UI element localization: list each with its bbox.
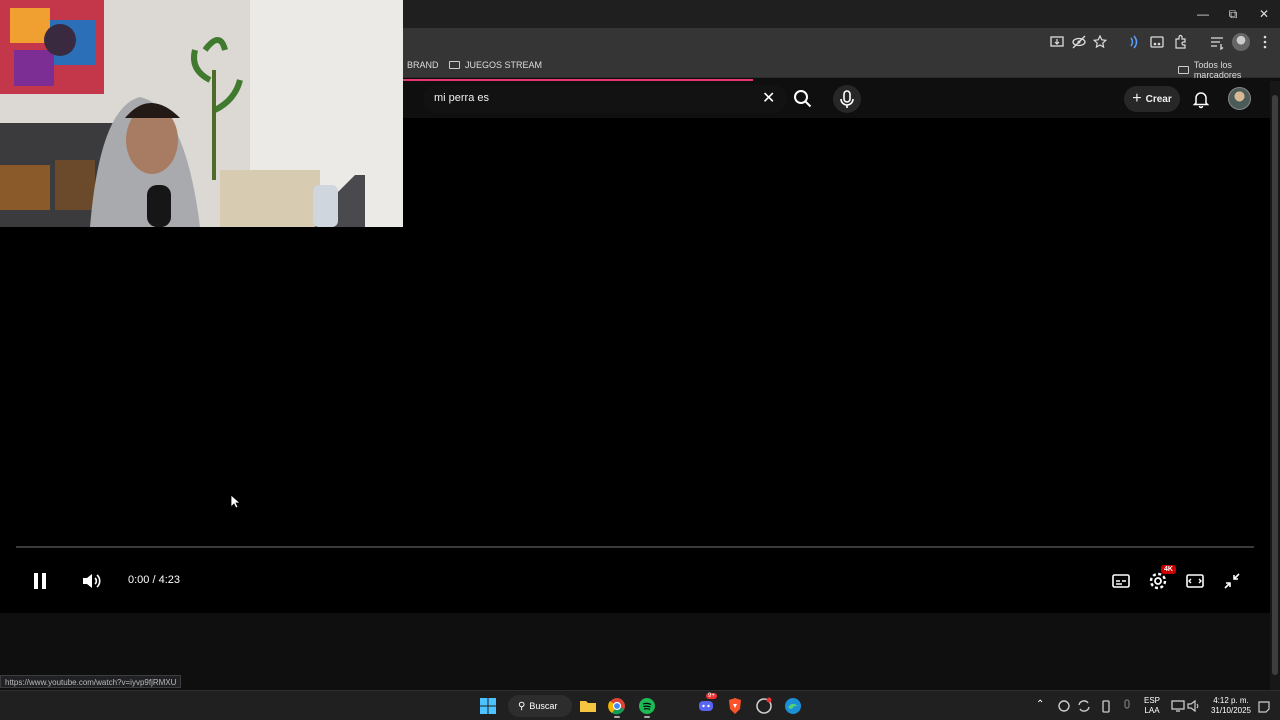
keyboard-layout-label: LAA	[1144, 706, 1160, 715]
bookmark-brand[interactable]: BRAND	[398, 60, 439, 70]
taskbar-search[interactable]: ⚲ Buscar	[508, 695, 572, 717]
windows-taskbar: ⚲ Buscar 9+ ⌃ ESP LAA 4:12 p. m. 31/10/2…	[0, 690, 1280, 720]
clear-search-icon[interactable]: ✕	[762, 88, 775, 108]
quality-4k-badge: 4K	[1161, 565, 1176, 574]
tray-microphone-icon[interactable]	[1117, 696, 1137, 716]
voice-search-button[interactable]	[833, 85, 861, 113]
fullscreen-exit-icon[interactable]	[1220, 569, 1244, 593]
link-status-url: https://www.youtube.com/watch?v=iyvp9fjR…	[0, 675, 182, 688]
tray-sync-icon[interactable]	[1074, 696, 1094, 716]
restore-button[interactable]: ⧉	[1218, 4, 1248, 24]
show-hidden-icons-chevron-icon[interactable]: ⌃	[1036, 699, 1044, 710]
puzzle-icon[interactable]	[1172, 33, 1190, 51]
eye-off-icon[interactable]	[1070, 33, 1088, 51]
close-window-button[interactable]: ✕	[1249, 4, 1279, 24]
tray-app-icon[interactable]	[1054, 696, 1074, 716]
chrome-active-indicator	[614, 716, 620, 718]
windows-start-icon[interactable]	[478, 696, 498, 716]
reading-list-icon[interactable]	[1208, 33, 1226, 51]
bookmark-label: BRAND	[407, 60, 439, 70]
video-time: 0:00 / 4:23	[128, 574, 180, 586]
webcam-image	[0, 0, 403, 227]
mouse-cursor-icon	[230, 494, 240, 509]
star-icon[interactable]	[1091, 33, 1109, 51]
notification-center-icon[interactable]	[1254, 696, 1274, 716]
chrome-icon[interactable]	[607, 696, 627, 716]
discord-icon[interactable]	[696, 696, 716, 716]
clock-date: 31/10/2025	[1210, 706, 1252, 715]
input-language-indicator[interactable]: ESP LAA	[1140, 696, 1164, 716]
volume-icon[interactable]	[79, 569, 103, 593]
spotify-active-indicator	[644, 716, 650, 718]
search-icon[interactable]	[789, 85, 817, 113]
app-circle-icon[interactable]	[754, 696, 774, 716]
install-app-icon[interactable]	[1048, 33, 1066, 51]
theater-mode-icon[interactable]	[1183, 569, 1207, 593]
pause-icon[interactable]	[28, 569, 52, 593]
create-button[interactable]: + Crear	[1124, 86, 1180, 112]
extension-box-icon[interactable]	[1148, 33, 1166, 51]
plus-icon: +	[1132, 90, 1142, 107]
clock[interactable]: 4:12 p. m. 31/10/2025	[1206, 696, 1256, 716]
language-label: ESP	[1143, 696, 1160, 705]
taskbar-search-label: Buscar	[529, 701, 558, 711]
all-bookmarks[interactable]: Todos los marcadores	[1178, 60, 1280, 80]
minimize-button[interactable]: —	[1188, 4, 1218, 24]
cast-icon[interactable]	[1124, 33, 1142, 51]
microphone-icon	[840, 90, 854, 108]
webcam-overlay	[0, 0, 403, 227]
video-progress-bar[interactable]	[16, 546, 1254, 548]
profile-avatar-icon[interactable]	[1232, 33, 1250, 51]
search-icon: ⚲	[518, 700, 526, 712]
page-content-below	[0, 613, 1270, 690]
page-scrollbar[interactable]	[1270, 81, 1280, 690]
clock-time: 4:12 p. m.	[1213, 696, 1249, 705]
folder-icon	[449, 61, 460, 69]
discord-notification-badge: 9+	[706, 693, 717, 699]
all-bookmarks-label: Todos los marcadores	[1193, 60, 1242, 80]
create-label: Crear	[1145, 93, 1172, 105]
search-input[interactable]: mi perra es	[434, 92, 489, 104]
scrollbar-thumb[interactable]	[1272, 95, 1278, 675]
account-avatar[interactable]	[1228, 87, 1251, 110]
tray-battery-icon[interactable]	[1096, 696, 1116, 716]
brave-icon[interactable]	[725, 696, 745, 716]
subtitles-icon[interactable]	[1109, 569, 1133, 593]
folder-icon	[1178, 66, 1189, 74]
edge-icon[interactable]	[783, 696, 803, 716]
speaker-icon[interactable]	[1184, 696, 1204, 716]
file-explorer-icon[interactable]	[578, 696, 598, 716]
kebab-menu-icon[interactable]	[1256, 33, 1274, 51]
bookmark-juegos-stream[interactable]: JUEGOS STREAM	[449, 60, 542, 70]
bookmark-label: JUEGOS STREAM	[465, 60, 543, 70]
notifications-bell-icon[interactable]	[1191, 89, 1211, 109]
spotify-icon[interactable]	[637, 696, 657, 716]
search-box[interactable]: mi perra es ✕	[423, 85, 787, 113]
